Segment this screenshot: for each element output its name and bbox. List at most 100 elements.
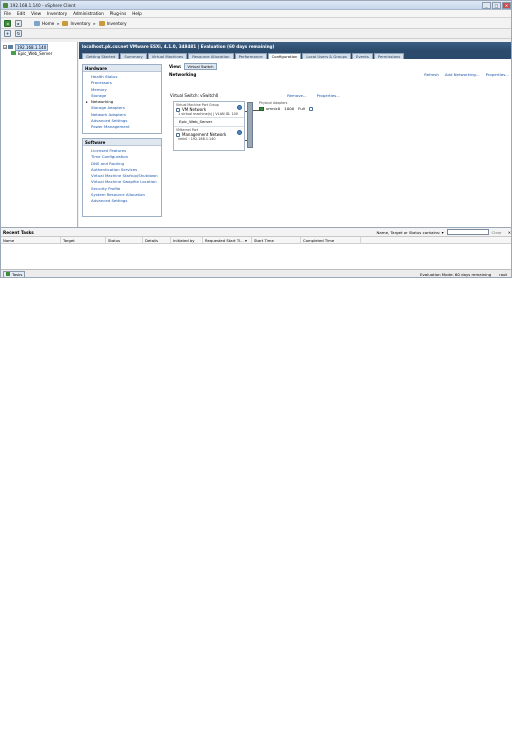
filter-input[interactable]	[446, 229, 489, 235]
physical-adapters-title: Physical Adapters	[259, 101, 288, 105]
inventory-icon	[98, 20, 105, 26]
tasks-button[interactable]: Tasks	[3, 270, 26, 277]
view-virtual-switch-button[interactable]: Virtual Switch	[184, 63, 217, 70]
vmkernel-port: VMkernel Port Management Network vmk0 : …	[174, 127, 244, 142]
vswitch-properties-link[interactable]: Properties...	[317, 93, 340, 98]
view-label: View:	[169, 64, 182, 69]
refresh-icon[interactable]: ↻	[15, 30, 22, 37]
vm-entry-name[interactable]: Epic_Web_Server	[176, 119, 242, 125]
host-header: localhost.pk.csr.net VMware ESXi, 4.1.0,…	[79, 42, 511, 51]
networking-properties-link[interactable]: Properties...	[486, 72, 509, 77]
col-requested-start[interactable]: Requested Start Ti... ▾	[203, 237, 252, 243]
breadcrumb: Home ▸ Inventory ▸ Inventory	[34, 20, 127, 26]
col-target[interactable]: Target	[61, 237, 106, 243]
close-icon[interactable]: ✕	[508, 230, 511, 235]
close-button[interactable]: ✕	[502, 1, 511, 9]
col-name[interactable]: Name	[1, 237, 61, 243]
col-completed-time[interactable]: Completed Time	[301, 237, 361, 243]
vswitch-bar	[247, 102, 253, 148]
recent-tasks-title: Recent Tasks	[3, 229, 34, 235]
minimize-button[interactable]: _	[482, 1, 491, 9]
vm-port-group-detail: 1 virtual machine(s) | VLAN ID: 100	[178, 112, 238, 116]
software-list: Licensed Features Time Configuration DNS…	[83, 146, 161, 205]
tab-bar: Getting Started Summary Virtual Machines…	[79, 51, 511, 59]
networking-actions: Refresh Add Networking... Properties...	[418, 72, 509, 77]
networking-title-row: Networking Refresh Add Networking... Pro…	[169, 70, 509, 78]
vsphere-app-icon	[3, 2, 8, 8]
configuration-panel: Hardware Health Status Processors Memory…	[79, 59, 511, 227]
collapse-icon[interactable]: −	[3, 45, 7, 49]
breadcrumb-separator-icon: ▸	[93, 20, 96, 26]
menu-plugins[interactable]: Plug-ins	[110, 11, 127, 16]
sw-advanced-settings[interactable]: Advanced Settings	[91, 198, 161, 204]
add-networking-link[interactable]: Add Networking...	[445, 72, 480, 77]
physical-adapter-row: vmnic0 1000 Full	[259, 106, 317, 111]
software-panel: Software Licensed Features Time Configur…	[82, 138, 162, 217]
hardware-title: Hardware	[83, 65, 161, 72]
menu-inventory[interactable]: Inventory	[47, 11, 67, 16]
title-bar: 192.168.1.140 - vSphere Client _ □ ✕	[1, 1, 511, 10]
refresh-link[interactable]: Refresh	[424, 72, 439, 77]
maximize-button[interactable]: □	[492, 1, 501, 9]
breadcrumb-inventory[interactable]: Inventory	[70, 21, 90, 26]
task-filter: Name, Target or Status contains: ▾ Clear…	[377, 229, 511, 235]
sw-vm-swapfile-location[interactable]: Virtual Machine Swapfile Location	[91, 179, 161, 185]
filter-label[interactable]: Name, Target or Status contains: ▾	[377, 230, 444, 235]
nic-speed: 1000	[284, 106, 295, 111]
vsphere-client-window: 192.168.1.140 - vSphere Client _ □ ✕ Fil…	[0, 0, 512, 278]
vmkernel-port-detail: vmk0 : 192.168.1.140	[178, 137, 216, 141]
comment-icon[interactable]	[176, 132, 180, 137]
status-bar: Tasks Evaluation Mode: 60 days remaining…	[1, 269, 511, 277]
hardware-panel: Hardware Health Status Processors Memory…	[82, 64, 162, 134]
inventory-tree: − 192.168.1.140 Epic_Web_Server	[1, 42, 78, 227]
breadcrumb-separator-icon: ▸	[57, 20, 60, 26]
breadcrumb-inventory-current[interactable]: Inventory	[107, 21, 127, 26]
comment-icon[interactable]	[176, 107, 180, 112]
networking-title: Networking	[169, 71, 197, 77]
hw-networking[interactable]: Networking	[86, 99, 161, 106]
forward-button[interactable]: ▸	[15, 19, 22, 27]
content-pane: localhost.pk.csr.net VMware ESXi, 4.1.0,…	[79, 42, 511, 227]
col-status[interactable]: Status	[106, 237, 143, 243]
software-title: Software	[83, 139, 161, 146]
window-title: 192.168.1.140 - vSphere Client	[10, 2, 76, 8]
nav-toolbar: ◂ ▸ Home ▸ Inventory ▸ Inventory	[1, 18, 511, 29]
vswitch-actions: Remove... Properties...	[277, 93, 340, 98]
current-user: root	[499, 271, 507, 277]
nic-icon	[259, 106, 264, 111]
networking-area: View: Virtual Switch Networking Refresh …	[169, 63, 509, 173]
menu-administration[interactable]: Administration	[73, 11, 104, 16]
tree-host-label[interactable]: 192.168.1.140	[15, 43, 49, 51]
breadcrumb-home[interactable]: Home	[42, 21, 54, 26]
col-details[interactable]: Details	[143, 237, 171, 243]
col-initiated-by[interactable]: Initiated by	[171, 237, 203, 243]
menu-file[interactable]: File	[4, 11, 11, 16]
tasks-icon	[6, 272, 10, 276]
tree-vm-label[interactable]: Epic_Web_Server	[18, 51, 52, 56]
vm-icon	[11, 51, 16, 55]
back-button[interactable]: ◂	[4, 19, 11, 27]
menu-view[interactable]: View	[31, 11, 41, 16]
home-icon	[34, 20, 40, 26]
new-vm-button[interactable]: +	[4, 30, 11, 37]
vm-entry: Epic_Web_Server	[174, 118, 244, 127]
menu-help[interactable]: Help	[132, 11, 142, 16]
col-start-time[interactable]: Start Time	[252, 237, 301, 243]
view-row: View: Virtual Switch	[169, 63, 509, 70]
inventory-icon	[62, 20, 69, 26]
host-icon	[8, 45, 13, 49]
recent-tasks-header: Recent Tasks Name, Target or Status cont…	[1, 228, 511, 237]
vmkernel-info-icon[interactable]	[237, 130, 242, 135]
port-groups-box: Virtual Machine Port Group VM Network 1 …	[173, 101, 245, 151]
menu-bar: File Edit View Inventory Administration …	[1, 10, 511, 18]
vm-port-group: Virtual Machine Port Group VM Network 1 …	[174, 102, 244, 118]
hw-power-management[interactable]: Power Management	[91, 124, 161, 130]
vswitch-remove-link[interactable]: Remove...	[287, 93, 307, 98]
clear-button[interactable]: Clear	[492, 230, 502, 235]
vswitch-header: Virtual Switch: vSwitch0 Remove... Prope…	[170, 93, 340, 98]
menu-edit[interactable]: Edit	[17, 11, 25, 16]
vswitch-title: Virtual Switch: vSwitch0	[170, 93, 219, 98]
port-group-info-icon[interactable]	[237, 105, 242, 110]
comment-icon[interactable]	[308, 106, 313, 111]
tree-vm-row[interactable]: Epic_Web_Server	[3, 50, 75, 56]
